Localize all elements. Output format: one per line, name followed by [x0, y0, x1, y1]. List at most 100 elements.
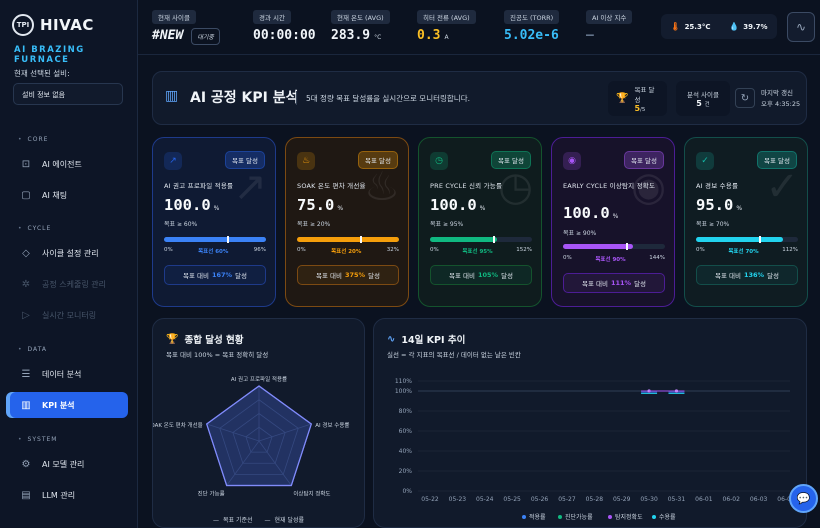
stat-label: 현재 온도 (AVG) — [331, 10, 390, 24]
kpi-progress-fill — [430, 237, 498, 242]
chat-fab-button[interactable]: 💬 — [789, 484, 818, 513]
scale-target: 목표선 70% — [728, 249, 759, 255]
kpi-scale: 0% 목표선 70% 112% — [696, 247, 798, 255]
kpi-value: 100.0 — [430, 196, 477, 214]
stat-elapsed: 경과 시간 00:00:00 — [253, 10, 316, 43]
clock-icon: ◷ — [430, 152, 448, 170]
section-system: SYSTEM — [18, 436, 57, 443]
sensor-temp: 25.3°C — [684, 23, 711, 31]
trophy-icon: 🏆 — [616, 93, 629, 104]
y-tick-label: 40% — [399, 448, 413, 455]
data-point[interactable] — [674, 389, 679, 393]
brand: TPI HIVAC — [12, 14, 94, 36]
nav-data-analysis[interactable]: ☰ 데이터 분석 — [10, 361, 128, 387]
radar-actual-area — [205, 385, 313, 487]
scale-min: 0% — [563, 255, 572, 261]
radar-axis-label: AI 경보 수용률 — [315, 422, 349, 429]
radar-axis-label: SOAK 온도 편차 개선율 — [153, 421, 203, 429]
x-tick-label: 05-25 — [503, 496, 521, 503]
x-tick-label: 06-02 — [723, 496, 741, 503]
stat-ai-index: AI 이상 지수 — — [586, 10, 633, 43]
cycles-unit: 건 — [704, 102, 710, 108]
stat-label: 경과 시간 — [253, 10, 291, 24]
activity-button[interactable]: ∿ — [787, 12, 815, 42]
heater-value: 0.3 — [417, 28, 441, 43]
play-icon: ▷ — [22, 309, 30, 321]
x-tick-label: 05-31 — [668, 496, 686, 503]
document-icon: ▤ — [21, 489, 31, 501]
scale-max: 112% — [782, 247, 798, 253]
kpi-progress-fill — [563, 244, 634, 249]
equipment-label: 현재 선택된 설비: — [14, 69, 70, 78]
robot-icon: ⊡ — [21, 158, 31, 170]
kpi-unit: % — [337, 205, 344, 212]
nav-ai-agent[interactable]: ⊡ AI 에이전트 — [10, 151, 128, 177]
x-tick-label: 05-28 — [586, 496, 604, 503]
y-tick-label: 110% — [395, 378, 412, 385]
kpi-unit: % — [612, 213, 619, 220]
check-icon: ✓ — [696, 152, 714, 170]
nav-cycle-control[interactable]: ✲ 공정 스케줄링 관리 — [10, 271, 128, 297]
ratio-value: 136% — [743, 271, 765, 279]
stat-vacuum: 진공도 (TORR) 5.02e-6 — [504, 10, 560, 43]
ratio-value: 167% — [211, 271, 233, 279]
kpi-target: 목표 ≥ 90% — [563, 230, 597, 237]
equipment-select[interactable]: 설비 정보 없음 — [13, 83, 123, 105]
droplet-icon: 💧 — [729, 22, 740, 31]
kpi-title: AI 경보 수용률 — [696, 182, 739, 190]
scale-max: 32% — [386, 247, 399, 253]
database-icon: ☰ — [21, 368, 31, 380]
kpi-ratio: 목표 대비 111% 달성 — [563, 273, 665, 293]
section-core: CORE — [18, 136, 48, 143]
last-update-time: 오후 4:35:25 — [761, 100, 801, 108]
refresh-button[interactable]: ↻ — [735, 88, 755, 108]
section-data: DATA — [18, 346, 47, 353]
nav-label: LLM 관리 — [42, 490, 76, 500]
heater-unit: A — [444, 34, 449, 41]
scale-target: 목표선 60% — [198, 249, 229, 255]
y-tick-label: 20% — [399, 468, 413, 475]
goal-unit: /5 — [640, 107, 646, 113]
kpi-card: ◉ 목표 달성 ◉ EARLY CYCLE 이상탐지 정확도 100.0% 목표… — [551, 137, 675, 307]
kpi-value: 95.0 — [696, 196, 734, 214]
page-subtitle: 5대 정량 목표 달성률을 실시간으로 모니터링합니다. — [306, 94, 470, 103]
nav-kpi-analysis[interactable]: ▥ KPI 분석 — [10, 392, 128, 418]
ai-index-value: — — [586, 28, 594, 43]
legend-label: 수용률 — [659, 514, 676, 521]
ratio-value: 111% — [610, 279, 632, 287]
scale-min: 0% — [696, 247, 705, 253]
scale-target: 목표선 20% — [331, 249, 362, 255]
ratio-pre: 목표 대비 — [182, 272, 209, 280]
kpi-value: 100.0 — [563, 204, 610, 222]
kpi-ratio: 목표 대비 136% 달성 — [696, 265, 798, 285]
section-cycle: CYCLE — [18, 225, 51, 232]
radar-legend: 목표 기준선 현재 달성률 — [213, 515, 304, 524]
kpi-value: 75.0 — [297, 196, 335, 214]
cpu-icon: ⚙ — [21, 458, 31, 470]
kpi-unit: % — [479, 205, 486, 212]
legend-marker — [608, 515, 612, 519]
nav-llm[interactable]: ▤ LLM 관리 — [10, 482, 128, 508]
x-tick-label: 05-26 — [531, 496, 549, 503]
x-tick-label: 05-22 — [421, 496, 439, 503]
legend-label: 탐지정확도 — [615, 513, 643, 521]
radar-chart: AI 권고 프로파일 적용률 AI 경보 수용률이상탐지 정확도 진단 가능률 SOA… — [153, 375, 349, 497]
kpi-scale: 0% 목표선 95% 152% — [430, 247, 532, 255]
kpi-unit: % — [213, 205, 220, 212]
ratio-value: 375% — [344, 271, 366, 279]
kpi-card: ♨ 목표 달성 ♨ SOAK 온도 편차 개선율 75.0% 목표 ≥ 20% … — [285, 137, 409, 307]
nav-ai-model[interactable]: ⚙ AI 모델 관리 — [10, 451, 128, 477]
stat-temp: 현재 온도 (AVG) 283.9 °C — [331, 10, 390, 43]
target-icon: ◉ — [563, 152, 581, 170]
divider — [296, 91, 297, 105]
nav-realtime-monitor[interactable]: ▷ 실시간 모니터링 — [10, 302, 128, 328]
x-tick-label: 05-24 — [476, 496, 494, 503]
y-tick-label: 60% — [399, 428, 413, 435]
nav-label: 실시간 모니터링 — [42, 310, 97, 320]
nav-cycle-setup[interactable]: ◇ 사이클 설정 관리 — [10, 240, 128, 266]
x-tick-label: 05-30 — [640, 496, 658, 503]
kpi-title: PRE CYCLE 신뢰 가능률 — [430, 182, 503, 190]
bar-chart-icon: ▥ — [21, 399, 31, 411]
last-update-label: 마지막 갱신 — [761, 89, 793, 97]
nav-ai-chat[interactable]: ▢ AI 채팅 — [10, 182, 128, 208]
